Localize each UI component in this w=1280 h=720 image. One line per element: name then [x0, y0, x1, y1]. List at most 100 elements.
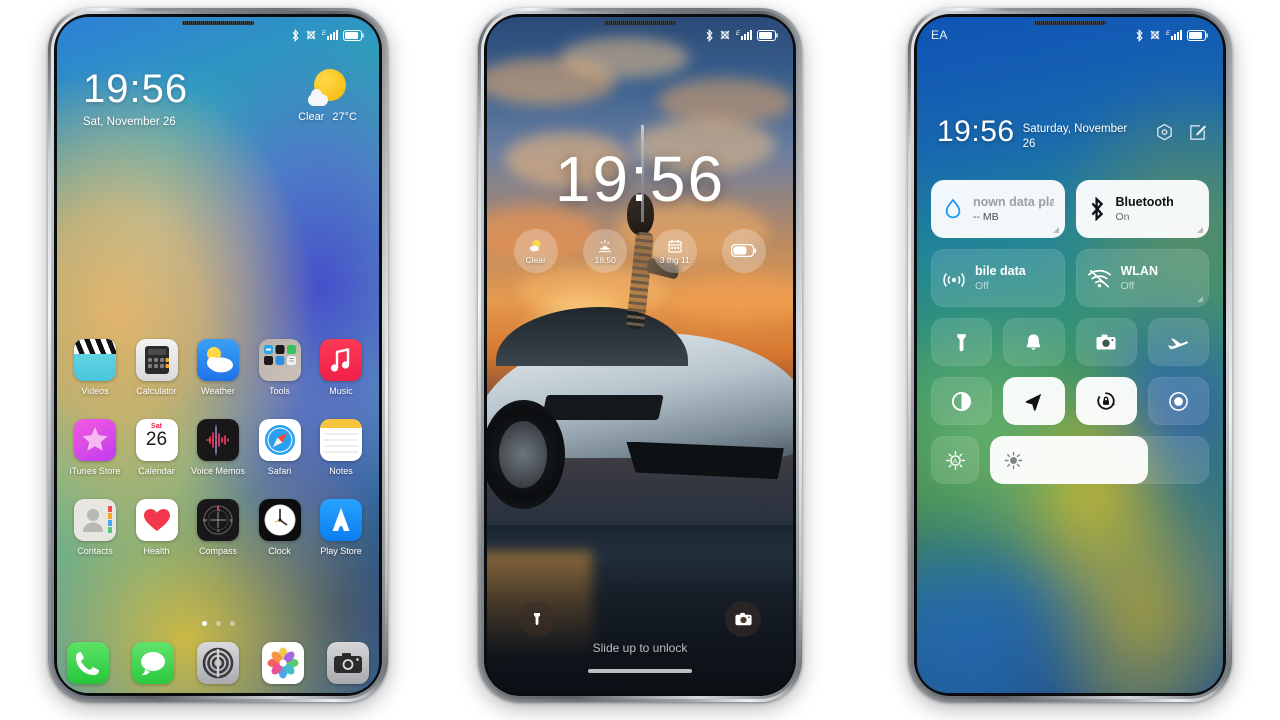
widget-label: 18:50	[594, 254, 616, 265]
phone-icon[interactable]	[67, 642, 109, 684]
battery-icon	[731, 243, 757, 259]
auto-brightness-icon: A	[945, 450, 965, 470]
no-sim-icon	[1149, 29, 1161, 41]
data-usage-tile[interactable]: nown data plan -- MB	[931, 180, 1065, 238]
app-label: Tools	[268, 386, 290, 396]
calculator-icon	[135, 339, 178, 381]
home-indicator[interactable]	[588, 669, 692, 673]
widget-label: 3 thg 11	[659, 254, 690, 265]
edit-pencil-icon[interactable]	[1188, 123, 1207, 142]
mobile-data-tile[interactable]: bile data Off	[931, 249, 1065, 307]
ringer-toggle[interactable]	[1003, 318, 1065, 366]
weather-widget[interactable]: Clear	[513, 229, 558, 273]
page-dot[interactable]	[201, 621, 207, 626]
sun-cloud-icon	[528, 238, 544, 254]
auto-brightness-toggle[interactable]: A	[931, 436, 979, 484]
weather-icon	[197, 339, 239, 381]
home-clock-widget: 19:56 Sat, November 26	[83, 69, 188, 128]
svg-text:E: E	[230, 518, 233, 523]
sunset-widget[interactable]: 18:50	[583, 229, 628, 273]
toggle-row-2	[931, 377, 1209, 425]
flashlight-toggle[interactable]	[931, 318, 993, 366]
wlan-tile[interactable]: WLAN Off	[1075, 249, 1209, 307]
lock-actions	[487, 601, 793, 637]
rotation-lock-icon	[1097, 392, 1116, 410]
svg-text:A: A	[952, 457, 957, 464]
screenshot-canvas: E 19:56 Sat, November 26 Clear 27°C Vide…	[0, 0, 1280, 720]
messages-icon[interactable]	[132, 642, 174, 684]
health-icon	[135, 499, 178, 541]
tile-title: bile data	[975, 264, 1026, 278]
phone-1-screen: E 19:56 Sat, November 26 Clear 27°C Vide…	[57, 17, 379, 693]
bell-icon	[1027, 333, 1041, 350]
earpiece-grille	[604, 21, 676, 25]
tile-sub: Off	[1120, 280, 1135, 292]
camera-toggle[interactable]	[1075, 318, 1137, 366]
control-center-header: 19:56 Saturday, November 26	[937, 117, 1207, 152]
page-dot[interactable]	[215, 621, 221, 626]
expand-corner-icon[interactable]	[1197, 227, 1203, 233]
app-videos[interactable]: Videos	[67, 339, 123, 397]
phone-1-home-screen: E 19:56 Sat, November 26 Clear 27°C Vide…	[48, 8, 388, 702]
flashlight-button[interactable]	[519, 601, 555, 637]
app-play-store[interactable]: Play Store	[313, 499, 369, 557]
flashlight-icon	[534, 613, 540, 625]
screen-record-toggle[interactable]	[1147, 377, 1209, 425]
bluetooth-icon	[291, 28, 300, 42]
rotation-toggle[interactable]	[1075, 377, 1137, 425]
bluetooth-tile[interactable]: Bluetooth On	[1075, 180, 1209, 238]
app-label: Contacts	[77, 546, 113, 556]
page-indicator[interactable]	[57, 621, 379, 626]
skeleton-figure	[612, 124, 680, 355]
calendar-widget[interactable]: 3 thg 11	[652, 229, 697, 273]
app-health[interactable]: Health	[129, 499, 185, 557]
app-itunes-store[interactable]: iTunes Store	[67, 419, 123, 477]
app-safari[interactable]: Safari	[252, 419, 308, 477]
app-weather[interactable]: Weather	[190, 339, 246, 397]
app-label: Play Store	[320, 546, 362, 556]
control-center-panel: nown data plan -- MB Bluetooth On	[931, 180, 1209, 484]
brightness-slider[interactable]	[990, 436, 1209, 484]
lock-widget-row: Clear 18:50 3 thg 11	[487, 229, 793, 273]
app-calculator[interactable]: Calculator	[129, 339, 185, 397]
header-icons	[1155, 123, 1207, 142]
app-label: Music	[329, 386, 353, 396]
app-voice-memos[interactable]: Voice Memos	[190, 419, 246, 477]
settings-icon[interactable]	[197, 642, 239, 684]
app-label: Compass	[198, 546, 237, 556]
location-toggle[interactable]	[1003, 377, 1065, 425]
app-notes[interactable]: Notes	[313, 419, 369, 477]
cc-date: Saturday, November 26	[1022, 123, 1128, 150]
calendar-icon	[667, 238, 683, 254]
weather-text: Clear 27°C	[298, 111, 357, 123]
hex-gear-icon[interactable]	[1155, 123, 1174, 142]
dark-mode-toggle[interactable]	[931, 377, 993, 425]
camera-icon[interactable]	[327, 642, 369, 684]
app-label: Safari	[267, 466, 292, 476]
expand-corner-icon[interactable]	[1197, 296, 1203, 302]
signal-icon: E	[736, 29, 752, 41]
app-calendar[interactable]: Sat 26 Calendar	[129, 419, 185, 477]
camera-button[interactable]	[725, 601, 761, 637]
data-drop-icon	[942, 197, 964, 221]
app-row: iTunes Store Sat 26 Calendar Voice Memos…	[67, 419, 369, 477]
app-music[interactable]: Music	[313, 339, 369, 397]
music-icon	[320, 339, 362, 381]
safari-icon	[258, 419, 301, 461]
expand-corner-icon[interactable]	[1052, 227, 1059, 233]
app-contacts[interactable]: Contacts	[67, 499, 123, 557]
camera-icon	[734, 612, 752, 625]
clock-time: 19:56	[83, 67, 189, 111]
battery-widget[interactable]	[722, 229, 767, 273]
app-clock[interactable]: Clock	[252, 499, 308, 557]
sunset-icon	[597, 238, 613, 254]
photos-icon[interactable]	[262, 642, 304, 684]
app-tools-folder[interactable]: Tools	[252, 339, 308, 397]
app-compass[interactable]: N S E W Compass	[190, 499, 246, 557]
app-row: Contacts Health NSEW Compass Clock Play …	[67, 499, 369, 557]
airplane-toggle[interactable]	[1147, 318, 1209, 366]
svg-text:E: E	[322, 31, 327, 37]
brightness-row: A	[931, 436, 1209, 484]
weather-widget[interactable]: Clear 27°C	[298, 69, 357, 123]
page-dot[interactable]	[229, 621, 235, 626]
